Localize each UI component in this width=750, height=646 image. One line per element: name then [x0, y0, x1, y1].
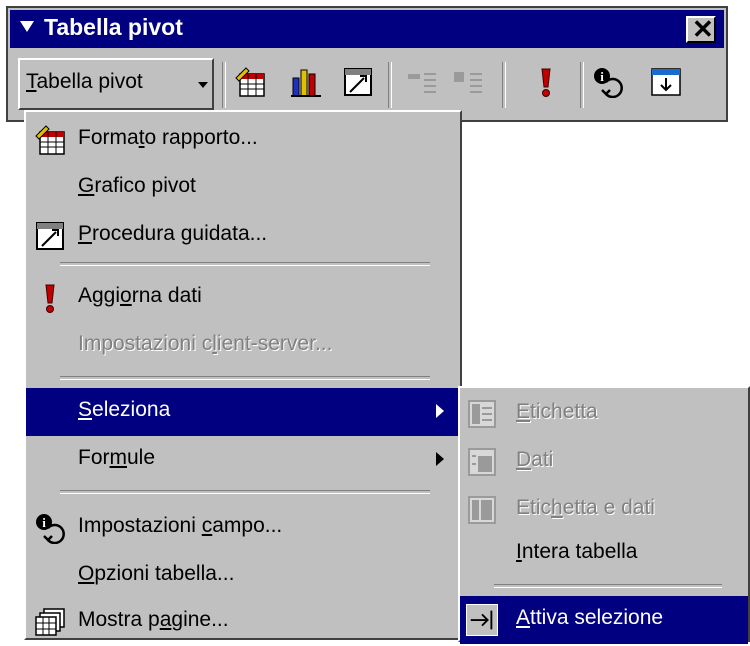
menu-item-label: Formato rapporto...: [78, 126, 258, 149]
format-report-icon[interactable]: [234, 66, 266, 98]
menu-item-label: Impostazioni client-server...: [78, 332, 333, 355]
menu-item-show-pages[interactable]: Mostra pagine...: [26, 598, 460, 646]
pivot-table-dropdown-label: Tabella pivot: [26, 70, 143, 93]
submenu-item-data[interactable]: Dati: [460, 438, 748, 486]
toolbar-options-arrow-icon[interactable]: [20, 21, 34, 32]
select-submenu: Etichetta Dati Etichetta e dati Intera t…: [458, 386, 750, 644]
toolbar-separator: [222, 62, 226, 108]
close-icon: ✕: [692, 14, 714, 44]
wizard-icon[interactable]: [342, 66, 374, 98]
chevron-down-icon: [198, 82, 208, 88]
submenu-arrow-icon: [436, 452, 444, 466]
toolbar-separator: [502, 62, 506, 108]
submenu-item-text: Attiva selezione: [516, 606, 664, 629]
enable-selection-icon: [466, 604, 498, 636]
menu-item-label: Impostazioni campo...: [78, 514, 283, 537]
menu-item-label: Mostra pagine...: [78, 608, 229, 631]
wizard-icon: [36, 222, 64, 250]
submenu-separator: [494, 584, 722, 588]
submenu-item-label-and-data[interactable]: Etichetta e dati: [460, 486, 748, 534]
menu-item-label: Grafico pivot: [78, 174, 196, 197]
show-pages-icon: [35, 608, 65, 636]
pivot-chart-icon[interactable]: [290, 66, 322, 98]
menu-separator: [60, 376, 430, 380]
select-data-icon: [468, 448, 496, 476]
menu-item-select[interactable]: Seleziona: [26, 388, 460, 436]
menu-item-wizard[interactable]: Procedura guidata...: [26, 212, 460, 260]
field-settings-icon: i: [36, 514, 65, 544]
menu-item-label: Aggiorna dati: [78, 284, 202, 307]
menu-separator: [60, 262, 430, 266]
select-label-data-icon: [468, 496, 496, 524]
pivot-table-dropdown[interactable]: Tabella pivot: [18, 58, 214, 110]
menu-item-table-options[interactable]: Opzioni tabella...: [26, 552, 460, 600]
menu-separator: [60, 490, 430, 494]
menu-item-label: Seleziona: [78, 398, 171, 421]
refresh-data-icon[interactable]: [530, 66, 562, 98]
menu-item-label: Procedura guidata...: [78, 222, 268, 245]
submenu-item-text: Dati: [516, 448, 554, 471]
toolbar-separator: [580, 62, 584, 108]
toolbar-separator: [388, 62, 392, 108]
submenu-item-enable-selection[interactable]: Attiva selezione: [460, 596, 748, 644]
close-button[interactable]: ✕: [686, 14, 716, 44]
hide-detail-icon[interactable]: [406, 66, 438, 98]
pivot-table-menu: Formato rapporto... Grafico pivot Proced…: [24, 110, 462, 640]
menu-item-refresh-data[interactable]: Aggiorna dati: [26, 274, 460, 322]
menu-item-label: Opzioni tabella...: [78, 562, 235, 585]
select-label-icon: [468, 400, 496, 428]
submenu-item-text: Etichetta e dati: [516, 496, 655, 519]
field-settings-icon[interactable]: i: [592, 66, 624, 98]
show-detail-icon[interactable]: [452, 66, 484, 98]
submenu-item-label[interactable]: Etichetta: [460, 390, 748, 438]
pivot-toolbar: Tabella pivot ✕ Tabella pivot i: [6, 6, 728, 122]
menu-item-client-server-settings[interactable]: Impostazioni client-server...: [26, 322, 460, 370]
submenu-arrow-icon: [436, 404, 444, 418]
menu-item-label: Formule: [78, 446, 156, 469]
svg-text:i: i: [600, 69, 604, 84]
submenu-item-text: Etichetta: [516, 400, 598, 423]
menu-item-field-settings[interactable]: i Impostazioni campo...: [26, 504, 460, 552]
toolbar-title-bar[interactable]: Tabella pivot ✕: [10, 10, 724, 48]
show-pages-icon[interactable]: [650, 66, 682, 98]
format-report-icon: [35, 125, 65, 155]
menu-item-format-report[interactable]: Formato rapporto...: [26, 116, 460, 164]
refresh-data-icon: [45, 284, 55, 313]
svg-text:i: i: [42, 515, 46, 530]
toolbar-title: Tabella pivot: [44, 14, 183, 40]
menu-item-pivot-chart[interactable]: Grafico pivot: [26, 164, 460, 212]
menu-item-formulas[interactable]: Formule: [26, 436, 460, 484]
submenu-item-entire-table[interactable]: Intera tabella: [460, 530, 748, 578]
submenu-item-text: Intera tabella: [516, 540, 638, 563]
